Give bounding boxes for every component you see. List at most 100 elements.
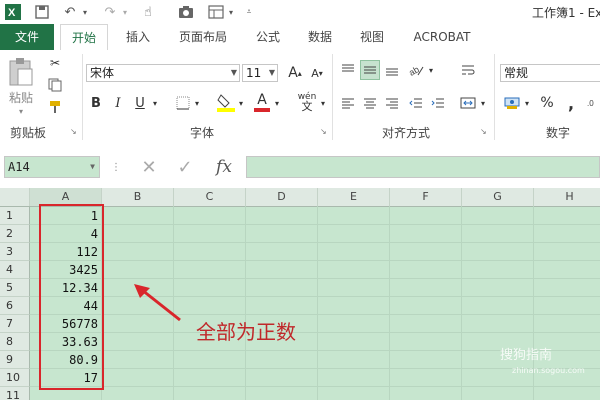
chevron-down-icon[interactable]: ▼ <box>231 65 237 81</box>
tab-acrobat[interactable]: ACROBAT <box>404 24 480 50</box>
column-header-d[interactable]: D <box>246 188 318 206</box>
phonetic-button[interactable]: wén 文 <box>296 90 318 114</box>
row-header[interactable]: 6 <box>0 297 30 315</box>
form-icon[interactable] <box>206 3 226 21</box>
orientation-icon[interactable]: ab <box>406 60 426 80</box>
fill-color-icon[interactable] <box>216 90 236 114</box>
merge-dropdown-icon[interactable]: ▾ <box>478 94 488 112</box>
grow-font-button[interactable]: A ▴ <box>286 64 304 82</box>
tab-formulas[interactable]: 公式 <box>248 24 288 50</box>
group-divider <box>332 54 333 140</box>
comma-button[interactable]: , <box>562 94 580 113</box>
row-header[interactable]: 2 <box>0 225 30 243</box>
borders-icon[interactable] <box>174 94 192 112</box>
align-left-icon[interactable] <box>338 94 358 112</box>
highlight-box <box>39 204 104 390</box>
select-all-corner[interactable] <box>0 188 30 206</box>
tab-page-layout[interactable]: 页面布局 <box>172 24 234 50</box>
cut-icon[interactable]: ✂ <box>44 54 66 72</box>
column-header-b[interactable]: B <box>102 188 174 206</box>
confirm-entry-icon[interactable]: ✓ <box>174 156 196 178</box>
column-header-f[interactable]: F <box>390 188 462 206</box>
phonetic-char-icon: 文 <box>301 100 313 113</box>
font-color-button[interactable]: A <box>254 90 270 114</box>
column-header-g[interactable]: G <box>462 188 534 206</box>
font-color-swatch <box>254 108 270 112</box>
underline-dropdown-icon[interactable]: ▾ <box>150 94 160 112</box>
row-header[interactable]: 7 <box>0 315 30 333</box>
paste-dropdown-icon[interactable]: ▾ <box>14 106 28 116</box>
orientation-dropdown-icon[interactable]: ▾ <box>426 60 436 80</box>
tab-data[interactable]: 数据 <box>300 24 340 50</box>
font-launcher-icon[interactable]: ↘ <box>320 128 328 136</box>
borders-dropdown-icon[interactable]: ▾ <box>192 94 202 112</box>
chevron-down-icon[interactable]: ▼ <box>90 157 95 177</box>
bold-button[interactable]: B <box>88 94 104 112</box>
row-header[interactable]: 1 <box>0 207 30 225</box>
align-right-icon[interactable] <box>382 94 402 112</box>
row-header[interactable]: 10 <box>0 369 30 387</box>
name-box[interactable]: A14 ▼ <box>4 156 100 178</box>
shrink-font-button[interactable]: A ▾ <box>308 64 326 82</box>
worksheet-grid[interactable]: A B C D E F G H 1 1 2 4 3 112 4 3425 5 12.34 6 44 7 5… <box>0 188 600 400</box>
row-header[interactable]: 3 <box>0 243 30 261</box>
copy-icon[interactable] <box>44 76 66 94</box>
align-bottom-icon[interactable] <box>382 60 402 80</box>
column-header-c[interactable]: C <box>174 188 246 206</box>
align-top-icon[interactable] <box>338 60 358 80</box>
camera-icon[interactable] <box>176 3 196 21</box>
save-icon[interactable] <box>32 3 52 21</box>
underline-button[interactable]: U <box>132 94 148 112</box>
column-header-h[interactable]: H <box>534 188 600 206</box>
title-bar: X ↶ ▾ ↷ ▾ ☝ ▾ ⩡ 工作簿1 - Ex <box>0 0 600 24</box>
tab-home[interactable]: 开始 <box>60 24 108 50</box>
decrease-indent-icon[interactable] <box>406 94 426 112</box>
font-color-dropdown-icon[interactable]: ▾ <box>272 94 282 112</box>
tab-view[interactable]: 视图 <box>352 24 392 50</box>
grid-row-line <box>30 296 600 297</box>
increase-decimal-icon[interactable]: .0 <box>586 94 600 112</box>
row-header[interactable]: 4 <box>0 261 30 279</box>
merge-center-icon[interactable] <box>458 94 478 112</box>
grid-row-line <box>30 386 600 387</box>
accounting-format-icon[interactable] <box>502 94 522 112</box>
paste-icon[interactable] <box>6 56 36 88</box>
format-painter-icon[interactable] <box>44 98 66 116</box>
italic-button[interactable]: I <box>110 94 126 112</box>
customize-toolbar-icon[interactable]: ▾ <box>226 3 236 21</box>
percent-button[interactable]: % <box>538 94 556 112</box>
chevron-down-icon[interactable]: ▼ <box>269 65 275 81</box>
touch-mode-icon[interactable]: ☝ <box>138 3 158 21</box>
number-format-combo[interactable]: 常规 <box>500 64 600 82</box>
row-header[interactable]: 5 <box>0 279 30 297</box>
accounting-dropdown-icon[interactable]: ▾ <box>522 94 532 112</box>
font-name-combo[interactable]: 宋体 ▼ <box>86 64 240 82</box>
align-center-icon[interactable] <box>360 94 380 112</box>
wrap-text-icon[interactable] <box>458 60 478 80</box>
more-icon[interactable]: ⩡ <box>244 3 254 21</box>
font-name-value: 宋体 <box>90 66 115 80</box>
row-header[interactable]: 8 <box>0 333 30 351</box>
increase-indent-icon[interactable] <box>428 94 448 112</box>
ribbon: 粘贴 ▾ ✂ 剪贴板 ↘ 宋体 ▼ 11 ▼ A ▴ A ▾ B I U ▾ ▾ ▾… <box>0 50 600 145</box>
phonetic-dropdown-icon[interactable]: ▾ <box>318 94 328 112</box>
row-header[interactable]: 11 <box>0 387 30 400</box>
row-header[interactable]: 9 <box>0 351 30 369</box>
clipboard-launcher-icon[interactable]: ↘ <box>70 128 78 136</box>
paste-button[interactable]: 粘贴 <box>6 90 36 105</box>
column-header-e[interactable]: E <box>318 188 390 206</box>
cancel-entry-icon[interactable]: ✕ <box>138 156 160 178</box>
tab-insert[interactable]: 插入 <box>118 24 158 50</box>
undo-dropdown-icon[interactable]: ▾ <box>80 3 90 21</box>
resize-handle-icon[interactable]: ⋮ <box>111 158 121 176</box>
redo-dropdown-icon[interactable]: ▾ <box>120 3 130 21</box>
fill-color-dropdown-icon[interactable]: ▾ <box>236 94 246 112</box>
align-middle-icon[interactable] <box>360 60 380 80</box>
insert-function-button[interactable]: fx <box>212 156 236 178</box>
tab-file[interactable]: 文件 <box>0 24 54 50</box>
undo-icon[interactable]: ↶ <box>60 3 80 21</box>
font-size-combo[interactable]: 11 ▼ <box>242 64 278 82</box>
alignment-launcher-icon[interactable]: ↘ <box>480 128 488 136</box>
formula-input[interactable] <box>246 156 600 178</box>
redo-icon[interactable]: ↷ <box>100 3 120 21</box>
